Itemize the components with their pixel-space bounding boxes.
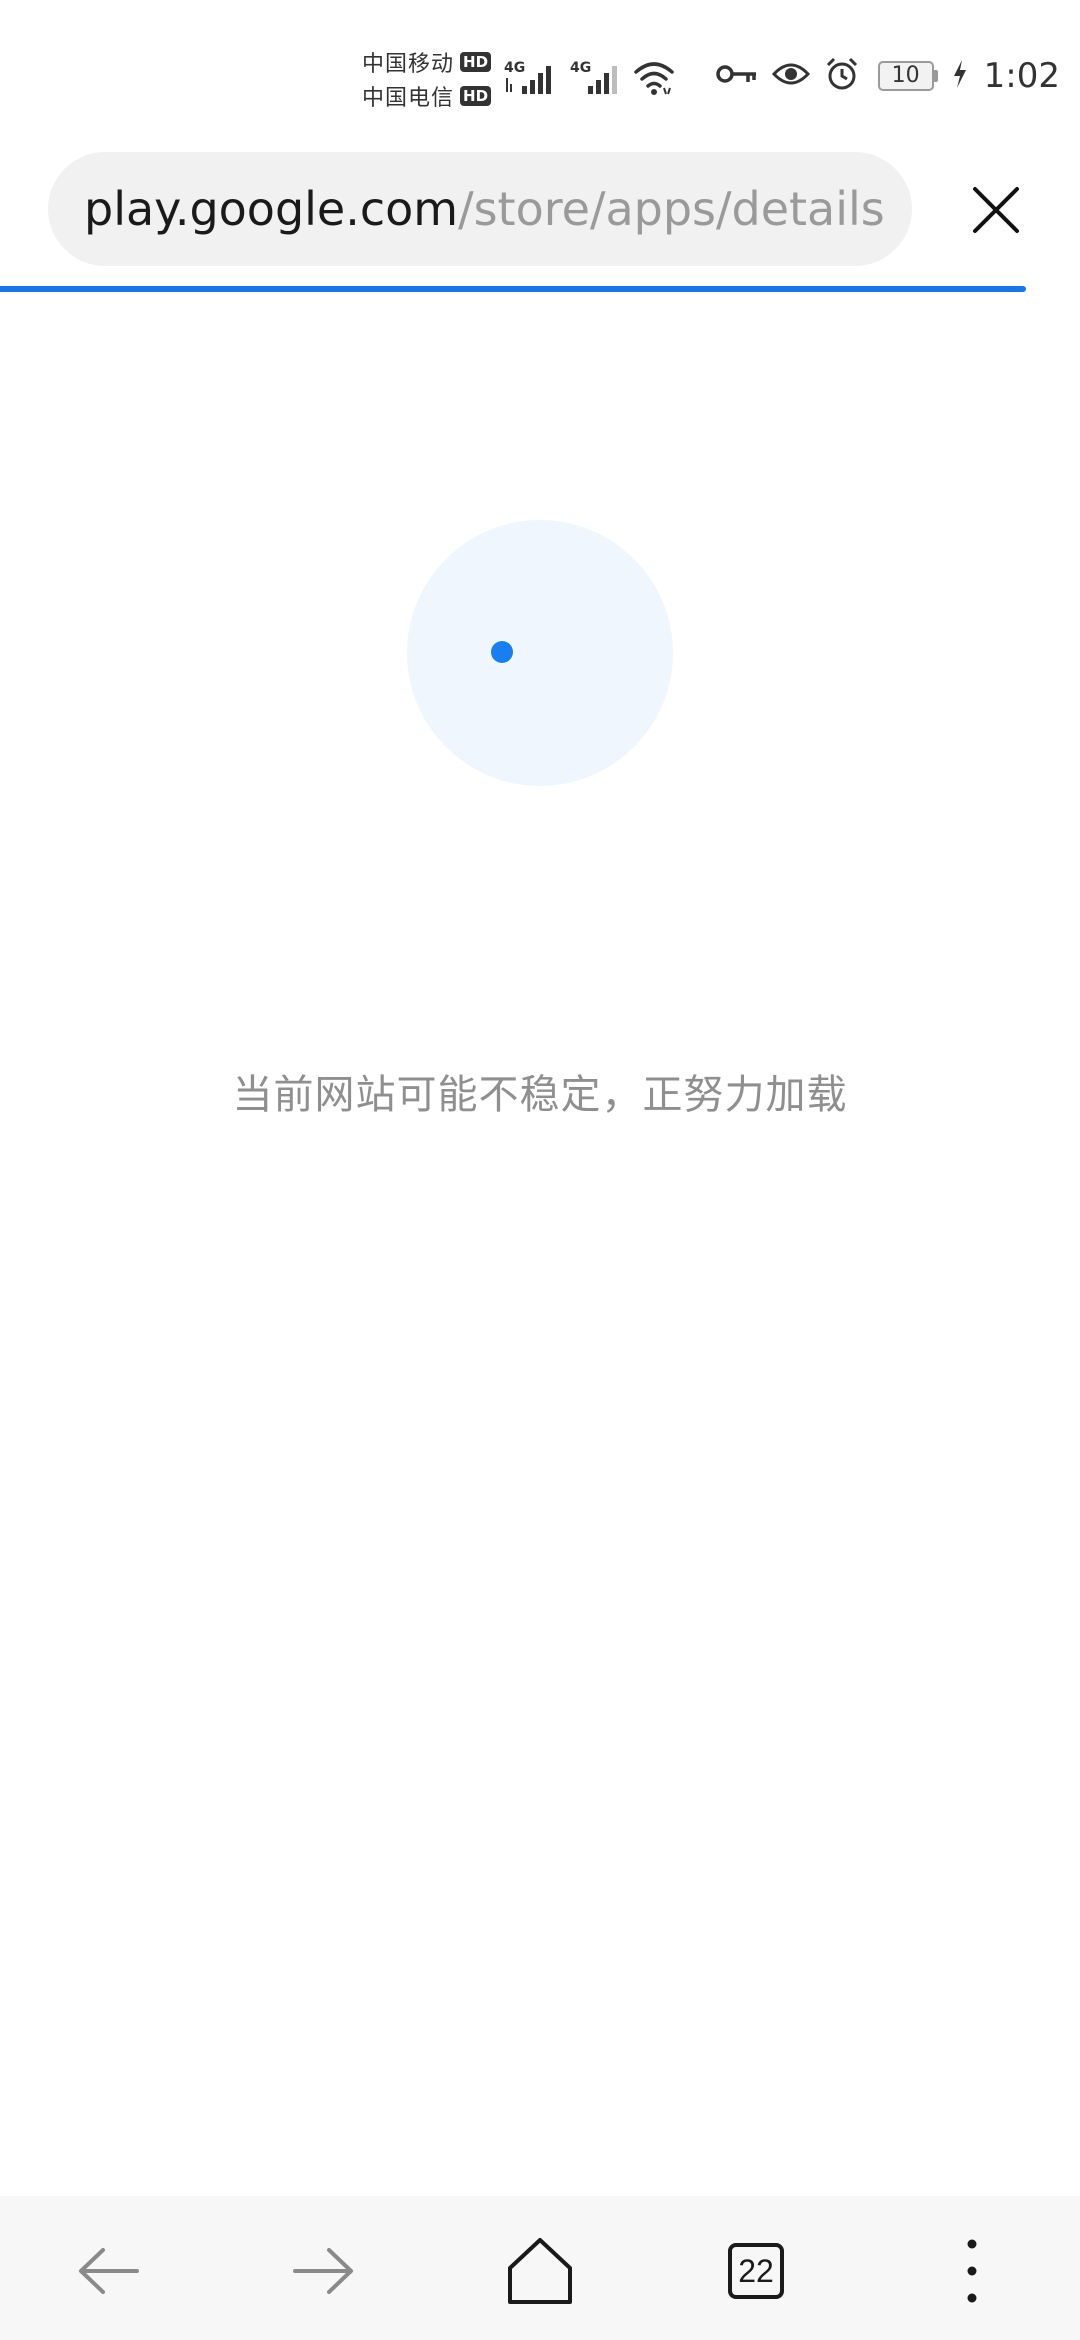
- more-menu-button[interactable]: [927, 2226, 1017, 2316]
- more-vert-icon: [967, 2239, 977, 2303]
- tabs-button[interactable]: 22: [711, 2226, 801, 2316]
- tab-count: 22: [738, 2252, 774, 2289]
- url-path: /store/apps/details?i: [458, 182, 888, 236]
- network-label-2: 4G: [570, 60, 591, 76]
- clock: 1:02: [983, 56, 1060, 96]
- carrier-name-2: 中国电信: [362, 86, 455, 111]
- forward-button[interactable]: [279, 2226, 369, 2316]
- vpn-key-icon: [715, 62, 758, 90]
- hd-badge-1: HD: [460, 52, 492, 72]
- tabs-icon: 22: [728, 2243, 784, 2299]
- charging-icon: [952, 59, 968, 93]
- carrier-name-1: 中国移动: [362, 52, 455, 77]
- close-icon: [973, 187, 1019, 233]
- address-bar[interactable]: play.google.com/store/apps/details?i: [48, 152, 912, 266]
- carrier-row-2: 中国电信 HD: [362, 80, 492, 112]
- back-button[interactable]: [63, 2226, 153, 2316]
- home-icon: [508, 2238, 572, 2304]
- url-host: play.google.com: [84, 182, 459, 236]
- bottom-navigation-bar: 22: [0, 2196, 1080, 2340]
- page-load-progress-bar: [0, 286, 1026, 292]
- eye-comfort-icon: [771, 60, 810, 92]
- forward-arrow-icon: [293, 2248, 353, 2294]
- alarm-icon: [824, 56, 860, 96]
- signal-icon: 4G: [570, 58, 626, 98]
- network-label-1: 4G: [504, 60, 525, 76]
- loading-dot: [491, 641, 513, 663]
- status-bar: 中国移动 HD 中国电信 HD 4G 4G 10 1:02: [0, 0, 1080, 150]
- back-arrow-icon: [79, 2248, 139, 2294]
- hd-badge-2: HD: [460, 86, 492, 106]
- carrier-row-1: 中国移动 HD: [362, 46, 492, 78]
- carrier-info: 中国移动 HD 中国电信 HD: [362, 46, 492, 112]
- wifi-icon: [632, 58, 676, 98]
- loading-indicator: [407, 520, 673, 786]
- url-text[interactable]: play.google.com/store/apps/details?i: [84, 182, 888, 236]
- signal-icon: 4G: [504, 58, 560, 98]
- battery-level: 10: [877, 61, 934, 91]
- battery-icon: 10: [877, 61, 938, 91]
- loading-message: 当前网站可能不稳定，正努力加载: [232, 1072, 848, 1118]
- status-right-group: 10 1:02: [715, 56, 1060, 96]
- home-button[interactable]: [495, 2226, 585, 2316]
- close-button[interactable]: [964, 178, 1028, 242]
